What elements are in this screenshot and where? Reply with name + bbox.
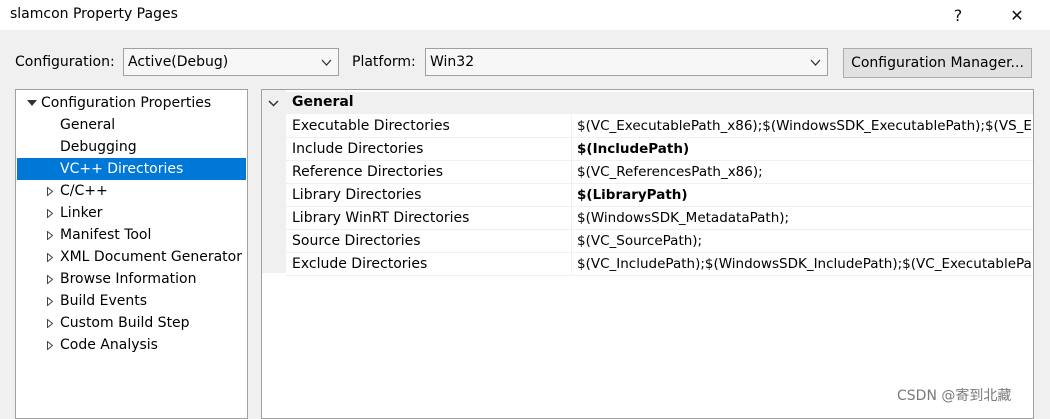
column-divider (571, 253, 572, 276)
property-value[interactable]: $(WindowsSDK_MetadataPath); (577, 210, 1031, 226)
platform-select[interactable]: Win32 (425, 48, 828, 76)
expanded-triangle-icon[interactable] (27, 100, 37, 106)
property-row[interactable]: Source Directories $(VC_SourcePath); (286, 230, 1033, 253)
tree-item-label: Browse Information (60, 271, 197, 287)
property-name: Source Directories (292, 233, 421, 249)
collapsed-triangle-icon[interactable] (47, 341, 53, 350)
title-bar: slamcon Property Pages ? ✕ (0, 0, 1050, 30)
tree-item-build-events[interactable]: Build Events (17, 290, 246, 312)
tree-item-label: Build Events (60, 293, 147, 309)
tree-item-label: XML Document Generator (60, 249, 242, 265)
tree-item-general[interactable]: General (17, 114, 246, 136)
property-name: Library WinRT Directories (292, 210, 470, 226)
property-row[interactable]: Reference Directories $(VC_ReferencesPat… (286, 161, 1033, 184)
collapsed-triangle-icon[interactable] (47, 275, 53, 284)
property-name: Exclude Directories (292, 256, 428, 272)
collapsed-triangle-icon[interactable] (47, 319, 53, 328)
configuration-bar: Configuration: Active(Debug) Platform: W… (0, 47, 1050, 79)
property-name: Include Directories (292, 141, 424, 157)
tree-item-label: General (60, 117, 116, 133)
collapsed-triangle-icon[interactable] (47, 253, 53, 262)
tree-item-label: Code Analysis (60, 337, 158, 353)
configuration-label: Configuration: (15, 54, 115, 70)
property-name: Library Directories (292, 187, 422, 203)
property-value[interactable]: $(IncludePath) (577, 141, 1031, 157)
property-row[interactable]: Include Directories $(IncludePath) (286, 138, 1033, 161)
group-title: General (292, 94, 354, 110)
configuration-manager-button[interactable]: Configuration Manager... (843, 48, 1032, 78)
watermark: CSDN @寄到北藏 (897, 388, 1012, 404)
tree-item-configuration-properties[interactable]: Configuration Properties (17, 92, 246, 114)
platform-label: Platform: (352, 54, 416, 70)
tree-item-label: VC++ Directories (60, 161, 184, 177)
window-title: slamcon Property Pages (10, 6, 178, 22)
tree-item-label: Linker (60, 205, 103, 221)
tree-item-label: Manifest Tool (60, 227, 152, 243)
property-row[interactable]: Exclude Directories $(VC_IncludePath);$(… (286, 253, 1033, 276)
property-value[interactable]: $(VC_SourcePath); (577, 233, 1031, 249)
grid-margin (262, 90, 286, 273)
tree-item-manifest-tool[interactable]: Manifest Tool (17, 224, 246, 246)
property-tree: Configuration Properties General Debuggi… (15, 89, 248, 419)
column-divider (571, 230, 572, 253)
tree-item-linker[interactable]: Linker (17, 202, 246, 224)
property-value[interactable]: $(LibraryPath) (577, 187, 1031, 203)
collapsed-triangle-icon[interactable] (47, 297, 53, 306)
property-row[interactable]: Library WinRT Directories $(WindowsSDK_M… (286, 207, 1033, 230)
property-value[interactable]: $(VC_IncludePath);$(WindowsSDK_IncludePa… (577, 256, 1031, 272)
collapsed-triangle-icon[interactable] (47, 209, 53, 218)
tree-item-c-cpp[interactable]: C/C++ (17, 180, 246, 202)
column-divider (571, 161, 572, 184)
column-divider (571, 207, 572, 230)
property-value[interactable]: $(VC_ExecutablePath_x86);$(WindowsSDK_Ex… (577, 118, 1031, 134)
help-button[interactable]: ? (935, 0, 981, 30)
column-divider (571, 138, 572, 161)
help-icon: ? (953, 5, 963, 25)
row-divider (286, 275, 1033, 276)
property-grid: General Executable Directories $(VC_Exec… (261, 89, 1034, 419)
chevron-down-icon[interactable] (268, 100, 279, 107)
tree-item-label: Custom Build Step (60, 315, 190, 331)
tree-item-label: C/C++ (60, 183, 108, 199)
platform-select-value: Win32 (430, 54, 475, 70)
tree-item-browse-information[interactable]: Browse Information (17, 268, 246, 290)
property-row[interactable]: Executable Directories $(VC_ExecutablePa… (286, 115, 1033, 138)
tree-item-code-analysis[interactable]: Code Analysis (17, 334, 246, 356)
tree-item-vc-directories[interactable]: VC++ Directories (17, 158, 246, 180)
collapsed-triangle-icon[interactable] (47, 231, 53, 240)
close-icon: ✕ (1010, 5, 1024, 25)
chevron-down-icon (321, 59, 332, 66)
property-row[interactable]: Library Directories $(LibraryPath) (286, 184, 1033, 207)
collapsed-triangle-icon[interactable] (47, 187, 53, 196)
configuration-select-value: Active(Debug) (128, 54, 229, 70)
column-divider (571, 115, 572, 138)
group-header-general[interactable]: General (262, 92, 1033, 114)
tree-item-label: Configuration Properties (41, 95, 212, 111)
tree-item-custom-build-step[interactable]: Custom Build Step (17, 312, 246, 334)
tree-item-label: Debugging (60, 139, 137, 155)
close-button[interactable]: ✕ (994, 0, 1040, 30)
property-name: Reference Directories (292, 164, 443, 180)
tree-item-debugging[interactable]: Debugging (17, 136, 246, 158)
configuration-select[interactable]: Active(Debug) (123, 48, 339, 76)
tree-item-xml-document-generator[interactable]: XML Document Generator (17, 246, 246, 268)
column-divider (571, 184, 572, 207)
property-value[interactable]: $(VC_ReferencesPath_x86); (577, 164, 1031, 180)
chevron-down-icon (810, 59, 821, 66)
property-name: Executable Directories (292, 118, 450, 134)
